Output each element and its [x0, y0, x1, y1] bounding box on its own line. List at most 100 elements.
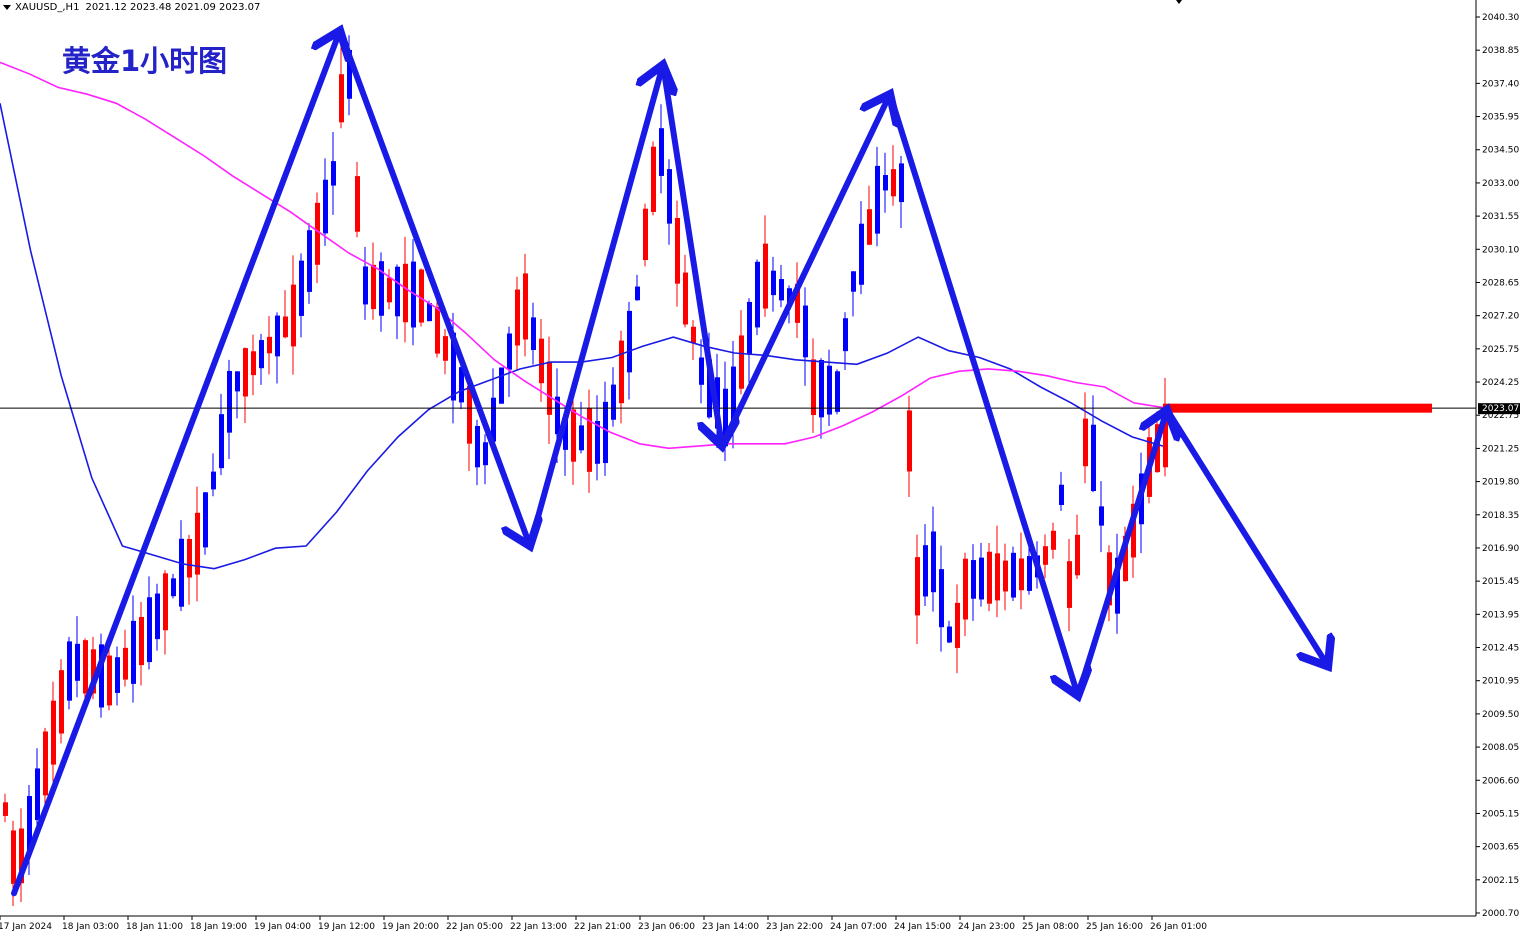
candle-body: [971, 560, 976, 599]
candle-body: [811, 359, 816, 416]
candle-body: [995, 553, 1000, 601]
candle-body: [843, 318, 848, 352]
candle-body: [915, 557, 920, 616]
candle-body: [587, 408, 592, 472]
candle-body: [651, 146, 656, 212]
candle-body: [1067, 561, 1072, 608]
y-tick-label: 2031.55: [1482, 212, 1519, 222]
candle-body: [251, 351, 256, 376]
candle-body: [1011, 552, 1016, 598]
candle-body: [243, 348, 248, 397]
x-tick-label: 24 Jan 23:00: [958, 922, 1015, 932]
candle-body: [1091, 424, 1096, 492]
candle-body: [147, 597, 152, 663]
candle-body: [171, 578, 176, 597]
candle-body: [483, 442, 488, 466]
candle-body: [387, 277, 392, 303]
candle-body: [67, 641, 72, 701]
candle-body: [35, 768, 40, 821]
candle-body: [259, 340, 264, 369]
candle-body: [883, 175, 888, 191]
candle-body: [747, 301, 752, 355]
candle-body: [859, 223, 864, 285]
candle-body: [899, 163, 904, 203]
candle-body: [307, 230, 312, 292]
candle-body: [83, 640, 88, 694]
candle-body: [763, 243, 768, 309]
y-tick-label: 2013.95: [1482, 610, 1519, 620]
y-tick-label: 2021.25: [1482, 444, 1519, 454]
candle-body: [771, 270, 776, 296]
x-tick-label: 17 Jan 2024: [0, 922, 52, 932]
candle-body: [315, 202, 320, 265]
candle-body: [403, 263, 408, 323]
candle-body: [299, 260, 304, 316]
ohlc-values: 2021.12 2023.48 2021.09 2023.07: [85, 2, 261, 13]
candle-body: [331, 161, 336, 186]
candle-body: [187, 538, 192, 578]
candle-body: [923, 545, 928, 597]
candle-body: [1051, 530, 1056, 550]
candle-body: [395, 266, 400, 317]
y-tick-label: 2002.15: [1482, 876, 1519, 886]
y-tick-label: 2003.65: [1482, 843, 1519, 853]
x-tick-label: 24 Jan 07:00: [830, 922, 887, 932]
candle-body: [1075, 534, 1080, 576]
candle-body: [219, 414, 224, 469]
candle-body: [803, 305, 808, 358]
x-tick-label: 19 Jan 20:00: [382, 922, 439, 932]
candle-body: [419, 269, 424, 323]
symbol-header: XAUUSD_,H1 2021.12 2023.48 2021.09 2023.0…: [3, 2, 266, 13]
candle-body: [3, 802, 8, 816]
candle-body: [779, 279, 784, 301]
y-tick-label: 2010.95: [1482, 677, 1519, 687]
candle-body: [755, 261, 760, 328]
candle-body: [275, 315, 280, 357]
y-tick-label: 2028.65: [1482, 278, 1519, 288]
chevron-down-icon[interactable]: [3, 4, 11, 10]
candle-body: [683, 272, 688, 325]
candle-body: [867, 209, 872, 245]
x-tick-label: 23 Jan 14:00: [702, 922, 759, 932]
y-tick-label: 2006.60: [1482, 776, 1519, 786]
candle-body: [427, 303, 432, 322]
y-tick-label: 2037.40: [1482, 79, 1519, 89]
candle-body: [1043, 546, 1048, 565]
chart-annotation-title: 黄金1小时图: [62, 44, 228, 78]
y-tick-label: 2033.00: [1482, 179, 1519, 189]
candle-body: [499, 367, 504, 404]
candle-body: [475, 425, 480, 468]
candle-body: [51, 700, 56, 765]
y-tick-label: 2000.70: [1482, 909, 1519, 919]
candle-body: [75, 643, 80, 681]
x-tick-label: 22 Jan 13:00: [510, 922, 567, 932]
candle-body: [43, 731, 48, 796]
candle-body: [579, 425, 584, 451]
candle-body: [363, 266, 368, 305]
candle-body: [227, 370, 232, 433]
x-tick-label: 18 Jan 11:00: [126, 922, 183, 932]
candle-body: [283, 316, 288, 338]
candle-body: [947, 626, 952, 643]
y-tick-label: 2018.35: [1482, 511, 1519, 521]
y-tick-label: 2019.80: [1482, 478, 1519, 488]
candle-body: [643, 208, 648, 261]
x-tick-label: 25 Jan 08:00: [1022, 922, 1079, 932]
candle-body: [739, 335, 744, 389]
candle-body: [1083, 418, 1088, 467]
candle-body: [851, 271, 856, 292]
candle-body: [819, 359, 824, 418]
candle-body: [603, 401, 608, 464]
candle-body: [939, 569, 944, 628]
candle-body: [163, 573, 168, 631]
y-tick-label: 2038.85: [1482, 46, 1519, 56]
candle-body: [235, 371, 240, 392]
x-tick-label: 22 Jan 21:00: [574, 922, 631, 932]
x-tick-label: 23 Jan 22:00: [766, 922, 823, 932]
current-price-tag: 2023.07: [1478, 403, 1520, 415]
candle-body: [875, 165, 880, 234]
candle-body: [1019, 558, 1024, 591]
price-chart[interactable]: 2040.30 2038.85 2037.40 2035.95 2034.50 2033.…: [0, 0, 1526, 939]
candle-body: [595, 420, 600, 464]
candle-body: [59, 670, 64, 734]
